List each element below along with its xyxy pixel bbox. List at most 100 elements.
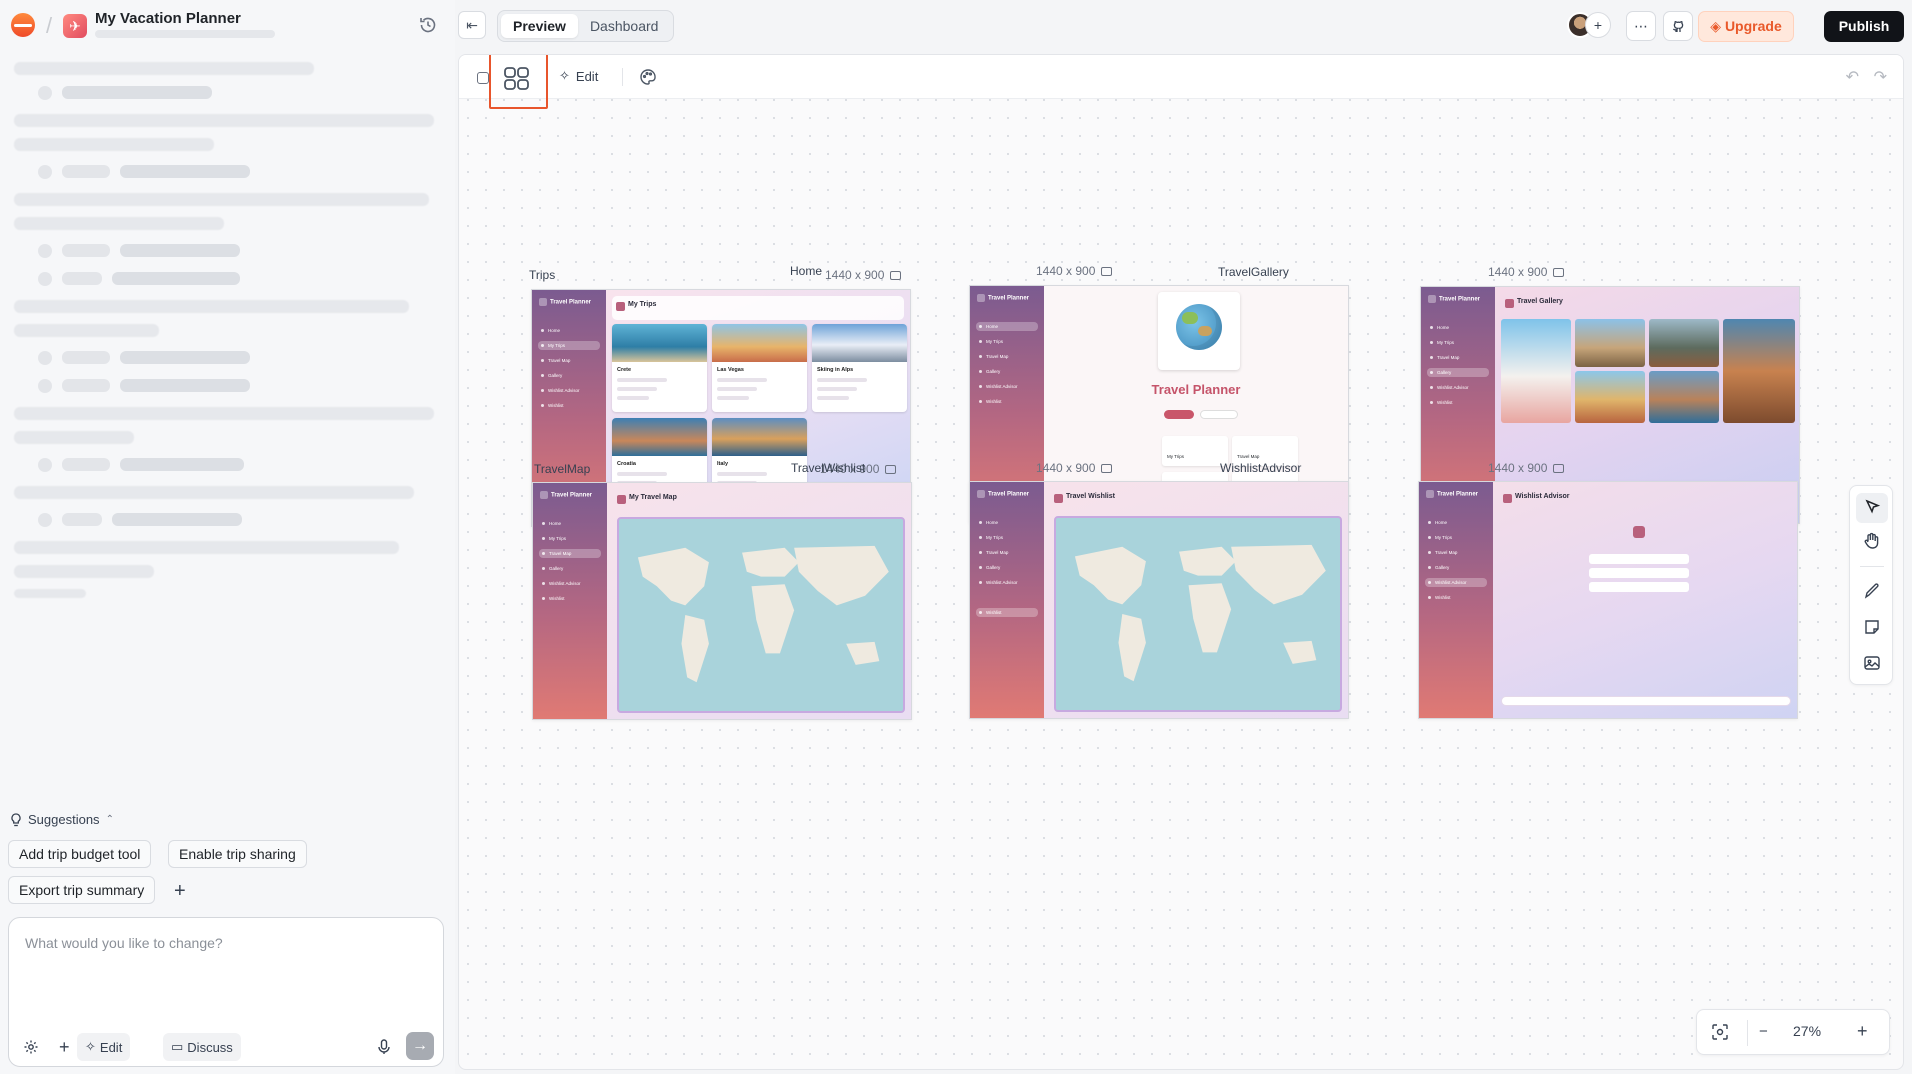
mini-nav-item: Gallery [538, 371, 600, 380]
desktop-icon [1101, 463, 1113, 473]
microphone-icon[interactable] [377, 1033, 391, 1061]
mini-nav-item: Wishlist [976, 397, 1038, 406]
collapse-panel-button[interactable]: ⇤ [458, 11, 486, 39]
suggestion-chip[interactable]: Enable trip sharing [168, 840, 307, 868]
suggestions-label: Suggestions [28, 812, 100, 827]
mini-nav-item: Gallery [976, 563, 1038, 572]
sparkle-icon: ✧ [559, 68, 570, 83]
history-icon[interactable] [418, 15, 438, 35]
tab-preview[interactable]: Preview [501, 14, 578, 38]
continents-shape [1074, 544, 1326, 682]
canvas-edit-button[interactable]: ✧ Edit [559, 68, 598, 84]
send-button[interactable]: → [406, 1032, 434, 1060]
mini-nav-item: Wishlist Advisor [538, 386, 600, 395]
desktop-icon [885, 464, 897, 474]
frame-title[interactable]: TravelMap [534, 462, 590, 476]
suggestion-chip[interactable]: Add trip budget tool [8, 840, 152, 868]
fit-to-screen-icon[interactable] [1711, 1023, 1729, 1041]
desktop-icon [1101, 266, 1113, 276]
frame-title[interactable]: Home [790, 264, 822, 278]
gallery-photo [1723, 319, 1795, 423]
mini-nav-item: My Trips [539, 534, 601, 543]
select-tool[interactable] [1856, 493, 1888, 523]
mini-nav-item: Wishlist Advisor [1425, 578, 1487, 587]
grid-view-highlight [489, 55, 548, 109]
mini-nav-item: My Trips [1425, 533, 1487, 542]
mini-nav-item: My Trips [976, 533, 1038, 542]
gem-icon: ◈ [1710, 18, 1722, 34]
mini-nav-item: Wishlist [538, 401, 600, 410]
frame-travel-wishlist[interactable]: Travel Planner Home My Trips Travel Map … [969, 481, 1349, 719]
mini-header: Travel Gallery [1501, 293, 1793, 317]
frame-wishlist-advisor[interactable]: Travel Planner Home My Trips Travel Map … [1418, 481, 1798, 719]
top-bar: ⇤ Preview Dashboard + ⋯ ◈ Upgrade Publis… [455, 0, 1912, 50]
upgrade-button[interactable]: ◈ Upgrade [1698, 11, 1794, 42]
mini-brand-label: Travel Planner [1437, 491, 1479, 498]
mini-main: Travel Wishlist [1044, 482, 1348, 718]
hand-icon[interactable] [1862, 531, 1882, 551]
trip-card-name: Croatia [617, 461, 636, 467]
mini-brand-label: Travel Planner [550, 299, 592, 306]
zoom-in-button[interactable]: + [1857, 1021, 1868, 1042]
mini-nav-item: Travel Map [1425, 548, 1487, 557]
github-button[interactable] [1663, 11, 1693, 41]
mini-nav-item: Gallery [1425, 563, 1487, 572]
frame-size: 1440 x 900 [1488, 265, 1565, 279]
composer-placeholder[interactable]: What would you like to change? [25, 935, 223, 951]
mini-title: Wishlist Advisor [1515, 493, 1570, 500]
mini-nav-item: Travel Map [976, 352, 1038, 361]
mini-nav-item: Travel Map [539, 549, 601, 558]
palette-icon[interactable] [639, 68, 657, 86]
suggestions-header[interactable]: Suggestions ⌃ [10, 812, 114, 827]
frame-size-label: 1440 x 900 [1488, 461, 1548, 475]
cursor-icon [1865, 499, 1881, 514]
mini-header: Wishlist Advisor [1499, 488, 1791, 512]
redo-icon[interactable]: ↷ [1874, 67, 1887, 87]
canvas-edit-label: Edit [575, 68, 599, 84]
trip-card-name: Crete [617, 367, 632, 373]
frame-title[interactable]: Trips [529, 268, 555, 282]
invite-plus-icon[interactable]: + [1585, 12, 1611, 38]
design-canvas[interactable]: ✧ Edit ↶ ↷ Trips 1440 x 900 Travel Plann… [458, 54, 1904, 1070]
chat-history [14, 62, 438, 609]
mini-nav-item: Wishlist [976, 608, 1038, 617]
brand-logo[interactable] [11, 13, 35, 37]
frame-size-label: 1440 x 900 [1036, 461, 1096, 475]
select-all-checkbox[interactable] [477, 72, 489, 84]
pencil-icon[interactable] [1862, 581, 1882, 601]
attach-plus-icon[interactable]: + [59, 1033, 70, 1061]
undo-icon[interactable]: ↶ [1846, 67, 1859, 87]
tab-dashboard[interactable]: Dashboard [578, 14, 671, 38]
message-composer[interactable]: What would you like to change? + ✧ Edit … [8, 917, 444, 1067]
frame-title[interactable]: TravelWishlist [791, 461, 865, 475]
discuss-mode-button[interactable]: ▭ Discuss [163, 1033, 241, 1061]
more-options-button[interactable]: ⋯ [1626, 11, 1656, 41]
lightbulb-icon [11, 812, 21, 826]
publish-button[interactable]: Publish [1824, 11, 1904, 42]
edit-mode-button[interactable]: ✧ Edit [77, 1033, 131, 1061]
mini-nav-item: Travel Map [538, 356, 600, 365]
frame-title[interactable]: WishlistAdvisor [1220, 461, 1301, 475]
sticky-note-icon[interactable] [1862, 617, 1882, 637]
mini-brand: Travel Planner [539, 298, 591, 306]
zoom-out-button[interactable]: − [1759, 1023, 1768, 1040]
add-suggestion-icon[interactable]: + [174, 880, 186, 903]
chevron-up-icon: ⌃ [105, 814, 114, 825]
settings-icon[interactable] [23, 1033, 39, 1061]
mini-sidebar: Travel Planner Home My Trips Travel Map … [533, 483, 607, 719]
frame-title[interactable]: TravelGallery [1218, 265, 1289, 279]
trip-card: Crete [612, 324, 707, 412]
zoom-level[interactable]: 27% [1793, 1023, 1821, 1039]
suggestion-chip[interactable]: Export trip summary [8, 876, 156, 904]
arrow-right-icon: → [412, 1037, 428, 1054]
image-icon[interactable] [1862, 653, 1882, 673]
mini-nav-item: Home [539, 519, 601, 528]
chat-bubble-icon: ▭ [171, 1039, 184, 1054]
desktop-icon [890, 270, 902, 280]
mini-nav-item: My Trips [976, 337, 1038, 346]
project-title[interactable]: My Vacation Planner [95, 10, 241, 27]
frame-size: 1440 x 900 [1488, 461, 1565, 475]
frame-travel-map[interactable]: Travel Planner Home My Trips Travel Map … [532, 482, 912, 720]
mini-brand: Travel Planner [1428, 295, 1480, 303]
mini-brand-label: Travel Planner [1439, 296, 1481, 303]
